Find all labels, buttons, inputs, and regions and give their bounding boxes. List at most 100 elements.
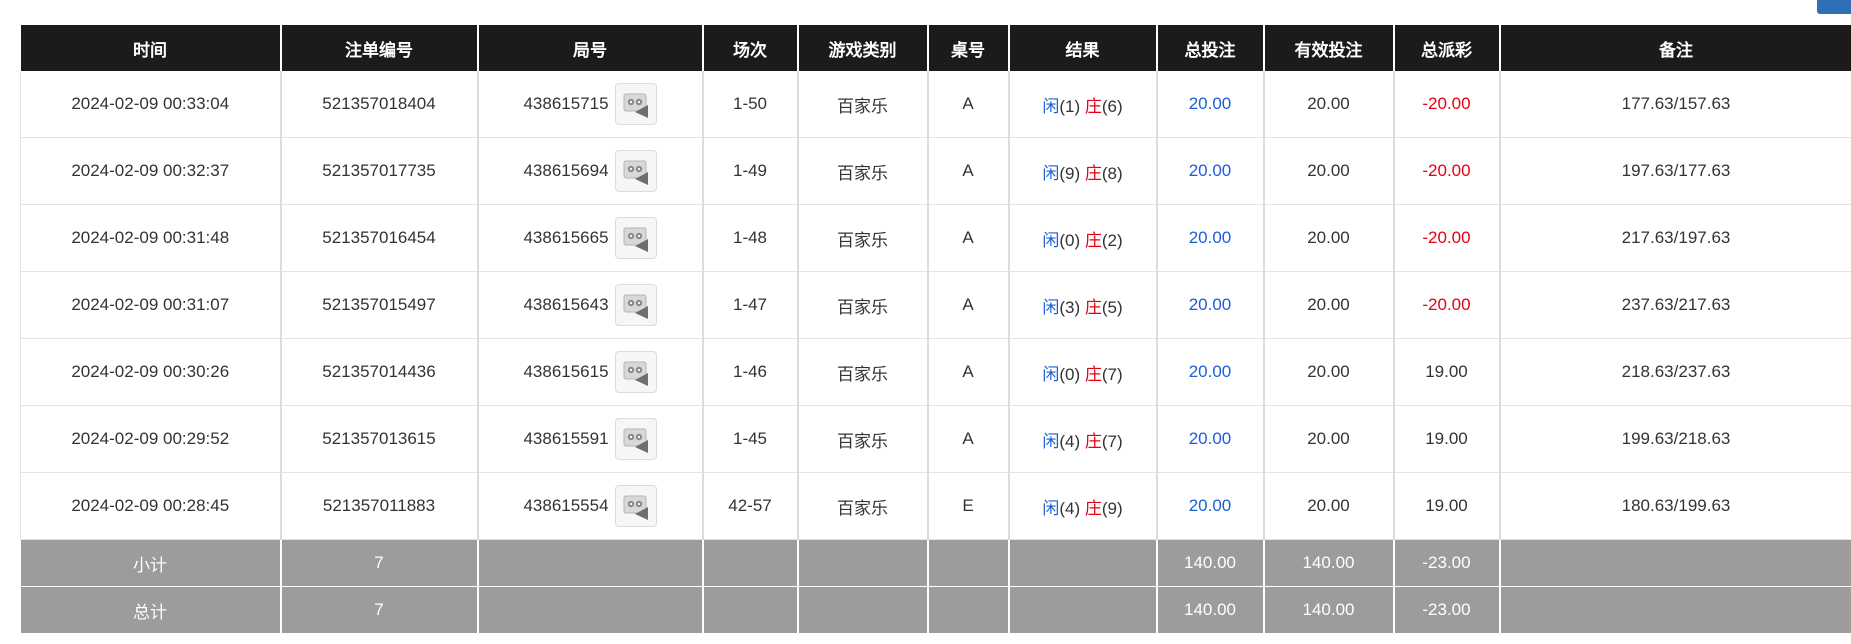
video-replay-button[interactable] [614, 418, 657, 460]
cell-game-type: 百家乐 [797, 71, 929, 138]
header-session: 场次 [702, 25, 799, 71]
cell-payout: 19.00 [1393, 338, 1501, 406]
cell-total-bet: 20.00 [1156, 271, 1265, 339]
round-id-text: 438615554 [523, 496, 609, 515]
cell-game-type: 百家乐 [797, 405, 929, 473]
cell-session: 1-50 [702, 71, 799, 138]
video-replay-button[interactable] [614, 217, 657, 259]
video-replay-button[interactable] [614, 284, 657, 326]
cell-round-id: 438615643 [477, 271, 704, 339]
cell-game-type: 百家乐 [797, 472, 929, 540]
subtotal-total-bet: 140.00 [1156, 539, 1265, 587]
video-replay-button[interactable] [614, 83, 657, 125]
cell-session: 1-45 [702, 405, 799, 473]
total-valid-bet: 140.00 [1263, 586, 1395, 634]
bet-records-table: 时间 注单编号 局号 场次 游戏类别 桌号 结果 总投注 有效投注 总派彩 备注… [20, 25, 1851, 634]
cell-time: 2024-02-09 00:29:52 [20, 405, 282, 473]
table-row: 2024-02-09 00:31:48 521357016454 4386156… [20, 204, 1851, 272]
result-banker-label: 庄 [1084, 163, 1102, 183]
cell-total-bet: 20.00 [1156, 137, 1265, 205]
result-banker-label: 庄 [1084, 230, 1102, 250]
header-game-type: 游戏类别 [797, 25, 929, 71]
cell-table-no: A [927, 137, 1010, 205]
result-banker-score: (7) [1101, 431, 1123, 451]
cell-round-id: 438615694 [477, 137, 704, 205]
cell-round-id: 438615591 [477, 405, 704, 473]
cell-round-id: 438615665 [477, 204, 704, 272]
result-banker-score: (6) [1101, 96, 1123, 116]
cell-bet-id: 521357018404 [280, 71, 479, 138]
header-result: 结果 [1008, 25, 1158, 71]
bet-records-table-container: 时间 注单编号 局号 场次 游戏类别 桌号 结果 总投注 有效投注 总派彩 备注… [20, 25, 1851, 634]
cell-table-no: A [927, 71, 1010, 138]
cell-game-type: 百家乐 [797, 338, 929, 406]
cell-total-bet: 20.00 [1156, 405, 1265, 473]
total-row: 总计 7 140.00 140.00 -23.00 [20, 586, 1851, 634]
header-total-bet: 总投注 [1156, 25, 1265, 71]
video-replay-icon [623, 361, 648, 386]
result-banker-label: 庄 [1084, 297, 1102, 317]
cell-note: 180.63/199.63 [1499, 472, 1851, 540]
cell-game-type: 百家乐 [797, 137, 929, 205]
cell-time: 2024-02-09 00:33:04 [20, 71, 282, 138]
video-replay-icon [623, 227, 648, 252]
header-table-no: 桌号 [927, 25, 1010, 71]
cell-session: 42-57 [702, 472, 799, 540]
cell-result: 闲(4) 庄(9) [1008, 472, 1158, 540]
corner-tab-button[interactable] [1817, 0, 1851, 14]
total-count: 7 [280, 586, 479, 634]
cell-note: 237.63/217.63 [1499, 271, 1851, 339]
cell-valid-bet: 20.00 [1263, 405, 1395, 473]
table-body: 2024-02-09 00:33:04 521357018404 4386157… [20, 71, 1851, 540]
subtotal-row: 小计 7 140.00 140.00 -23.00 [20, 539, 1851, 587]
round-id-text: 438615643 [523, 295, 609, 314]
round-id-text: 438615694 [523, 161, 609, 180]
cell-result: 闲(9) 庄(8) [1008, 137, 1158, 205]
cell-result: 闲(0) 庄(2) [1008, 204, 1158, 272]
cell-bet-id: 521357013615 [280, 405, 479, 473]
result-banker-label: 庄 [1084, 96, 1102, 116]
header-time: 时间 [20, 25, 282, 71]
cell-note: 217.63/197.63 [1499, 204, 1851, 272]
cell-valid-bet: 20.00 [1263, 271, 1395, 339]
cell-valid-bet: 20.00 [1263, 338, 1395, 406]
cell-session: 1-49 [702, 137, 799, 205]
result-player-score: (0) [1059, 364, 1081, 384]
cell-time: 2024-02-09 00:30:26 [20, 338, 282, 406]
total-label: 总计 [20, 586, 282, 634]
cell-table-no: A [927, 271, 1010, 339]
result-banker-label: 庄 [1084, 498, 1102, 518]
cell-game-type: 百家乐 [797, 271, 929, 339]
result-banker-score: (9) [1101, 498, 1123, 518]
cell-valid-bet: 20.00 [1263, 472, 1395, 540]
cell-valid-bet: 20.00 [1263, 137, 1395, 205]
header-round-id: 局号 [477, 25, 704, 71]
subtotal-payout: -23.00 [1393, 539, 1501, 587]
header-note: 备注 [1499, 25, 1851, 71]
video-replay-icon [623, 93, 648, 118]
cell-payout: -20.00 [1393, 71, 1501, 138]
cell-payout: 19.00 [1393, 405, 1501, 473]
table-row: 2024-02-09 00:32:37 521357017735 4386156… [20, 137, 1851, 205]
result-player-score: (9) [1059, 163, 1081, 183]
cell-bet-id: 521357014436 [280, 338, 479, 406]
result-player-label: 闲 [1042, 498, 1060, 518]
cell-total-bet: 20.00 [1156, 338, 1265, 406]
cell-time: 2024-02-09 00:31:48 [20, 204, 282, 272]
cell-valid-bet: 20.00 [1263, 71, 1395, 138]
cell-note: 199.63/218.63 [1499, 405, 1851, 473]
cell-game-type: 百家乐 [797, 204, 929, 272]
video-replay-button[interactable] [614, 485, 657, 527]
video-replay-icon [623, 428, 648, 453]
result-player-score: (4) [1059, 498, 1081, 518]
video-replay-button[interactable] [614, 351, 657, 393]
cell-session: 1-48 [702, 204, 799, 272]
total-total-bet: 140.00 [1156, 586, 1265, 634]
cell-result: 闲(4) 庄(7) [1008, 405, 1158, 473]
header-bet-id: 注单编号 [280, 25, 479, 71]
result-player-score: (0) [1059, 230, 1081, 250]
cell-bet-id: 521357011883 [280, 472, 479, 540]
cell-table-no: A [927, 405, 1010, 473]
cell-table-no: A [927, 204, 1010, 272]
video-replay-button[interactable] [614, 150, 657, 192]
